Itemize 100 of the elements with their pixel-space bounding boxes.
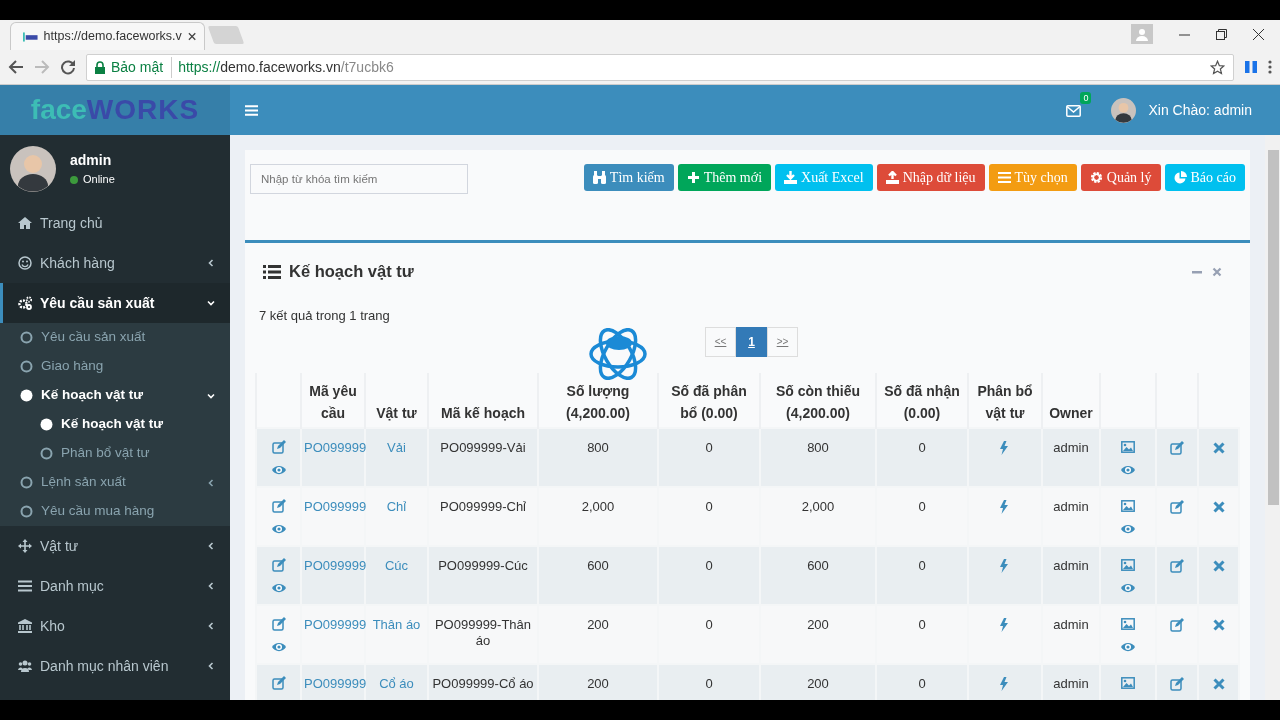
table-cell: PO099999-Thân áo	[428, 604, 538, 664]
pie-chart-icon	[1173, 171, 1187, 184]
table-cell: admin	[1042, 545, 1100, 605]
notification-badge: 0	[1080, 92, 1092, 105]
list-icon	[997, 171, 1011, 184]
table-cell: 0	[876, 545, 968, 605]
sidebar-item[interactable]: Lệnh sản xuất	[0, 468, 230, 497]
sidebar-item[interactable]: Yêu cầu mua hàng	[0, 497, 230, 526]
tab-title: https://demo.faceworks.v	[43, 28, 182, 46]
delete-icon[interactable]	[1211, 441, 1226, 456]
table-cell: 800	[760, 427, 876, 487]
smile-icon	[18, 256, 32, 270]
table-cell: 0	[658, 545, 760, 605]
restore-icon[interactable]	[1216, 28, 1227, 40]
sidebar-item[interactable]: Vật tư	[0, 526, 230, 566]
list-icon	[18, 579, 32, 593]
sidebar-item[interactable]: Kế hoạch vật tư	[0, 410, 230, 439]
table-cell: 2,000	[538, 486, 658, 546]
list-icon	[263, 264, 281, 279]
table-cell: PO099999-Cúc	[428, 545, 538, 605]
circle-icon	[40, 447, 53, 460]
extension-icon[interactable]	[1244, 60, 1258, 74]
material-link[interactable]: Vải	[387, 439, 406, 455]
greeting-text[interactable]: Xin Chào: admin	[1148, 99, 1267, 121]
circle-icon	[40, 418, 53, 431]
sidebar-item[interactable]: Khách hàng	[0, 243, 230, 283]
menu-icon[interactable]	[1268, 60, 1272, 74]
lock-icon	[95, 60, 105, 74]
edit-icon[interactable]	[271, 557, 286, 572]
mail-icon[interactable]	[1066, 104, 1082, 117]
sidebar-item[interactable]: Trang chủ	[0, 203, 230, 243]
edit-icon[interactable]	[1170, 500, 1184, 515]
reload-icon[interactable]	[60, 59, 76, 75]
circle-icon	[20, 505, 33, 518]
toolbar-button[interactable]: Thêm mới	[677, 164, 772, 191]
user-name: admin	[70, 151, 113, 171]
delete-icon[interactable]	[1211, 500, 1226, 515]
material-link[interactable]: Cúc	[384, 557, 409, 573]
bank-icon	[18, 619, 32, 633]
page-link[interactable]: 1	[736, 326, 767, 357]
sidebar-item[interactable]: Yêu cầu sản xuất	[0, 323, 230, 352]
status-dot	[70, 175, 78, 184]
edit-icon[interactable]	[1170, 677, 1184, 692]
move-icon	[18, 539, 32, 553]
delete-icon[interactable]	[1211, 677, 1226, 692]
image-icon[interactable]	[1121, 439, 1135, 454]
table-cell: admin	[1042, 604, 1100, 664]
edit-icon[interactable]	[271, 498, 286, 513]
table-cell: 2,000	[760, 486, 876, 546]
address-bar[interactable]: Bảo mật https://demo.faceworks.vn/t7ucbk6	[86, 53, 1234, 81]
page-link[interactable]: <<	[705, 326, 736, 357]
edit-icon[interactable]	[271, 616, 286, 631]
table-cell: 0	[658, 486, 760, 546]
table-cell: 600	[760, 545, 876, 605]
image-icon[interactable]	[1121, 557, 1135, 572]
favicon-icon	[23, 31, 38, 42]
sidebar-item[interactable]: Kho	[0, 606, 230, 646]
close-icon[interactable]	[1253, 28, 1264, 40]
image-icon[interactable]	[1121, 498, 1135, 513]
star-icon[interactable]	[1210, 59, 1225, 75]
edit-icon[interactable]	[1170, 618, 1184, 633]
close-icon[interactable]	[187, 32, 196, 41]
user-status: Online	[83, 172, 115, 188]
circle-icon	[20, 331, 33, 344]
upload-icon	[885, 171, 899, 184]
back-icon[interactable]	[8, 59, 24, 75]
delete-icon[interactable]	[1211, 618, 1226, 633]
sidebar-item[interactable]: Danh mục	[0, 566, 230, 606]
table-cell: 0	[876, 486, 968, 546]
table-cell: PO099999-Chỉ	[428, 486, 538, 546]
binoculars-icon	[592, 171, 606, 184]
image-icon[interactable]	[1121, 616, 1135, 631]
edit-icon[interactable]	[1170, 559, 1184, 574]
edit-icon[interactable]	[1170, 441, 1184, 456]
delete-icon[interactable]	[1211, 559, 1226, 574]
page-link[interactable]: >>	[767, 326, 798, 357]
security-label: Bảo mật	[111, 56, 173, 78]
toolbar-button[interactable]: Quản lý	[1080, 164, 1161, 191]
image-icon[interactable]	[1121, 675, 1135, 690]
browser-tab[interactable]: https://demo.faceworks.v	[10, 22, 205, 50]
sidebar-item[interactable]: Yêu cầu sản xuất	[0, 283, 230, 323]
sidebar-item[interactable]: Danh mục nhân viên	[0, 646, 230, 686]
avatar[interactable]	[1111, 97, 1137, 123]
url-text: https://demo.faceworks.vn/t7ucbk6	[178, 57, 394, 77]
edit-icon[interactable]	[271, 439, 286, 454]
table-cell: 200	[538, 604, 658, 664]
sidebar-item[interactable]: Giao hàng	[0, 352, 230, 381]
scrollbar[interactable]	[1265, 135, 1280, 700]
table-cell: 0	[658, 604, 760, 664]
toolbar-button[interactable]: Nhập dữ liệu	[876, 164, 985, 191]
table-cell: 800	[538, 427, 658, 487]
table-cell: 0	[876, 604, 968, 664]
sidebar-item[interactable]: Kế hoạch vật tư	[0, 381, 230, 410]
table-cell: 0	[876, 663, 968, 700]
material-link[interactable]: Chỉ	[386, 498, 407, 514]
edit-icon[interactable]	[271, 675, 286, 690]
menu-icon[interactable]	[245, 104, 258, 116]
search-field[interactable]: Nhập từ khóa tìm kiếm	[250, 164, 468, 194]
sidebar-item[interactable]: Phân bổ vật tư	[0, 439, 230, 468]
toolbar-button[interactable]: Tìm kiếm	[583, 164, 674, 191]
